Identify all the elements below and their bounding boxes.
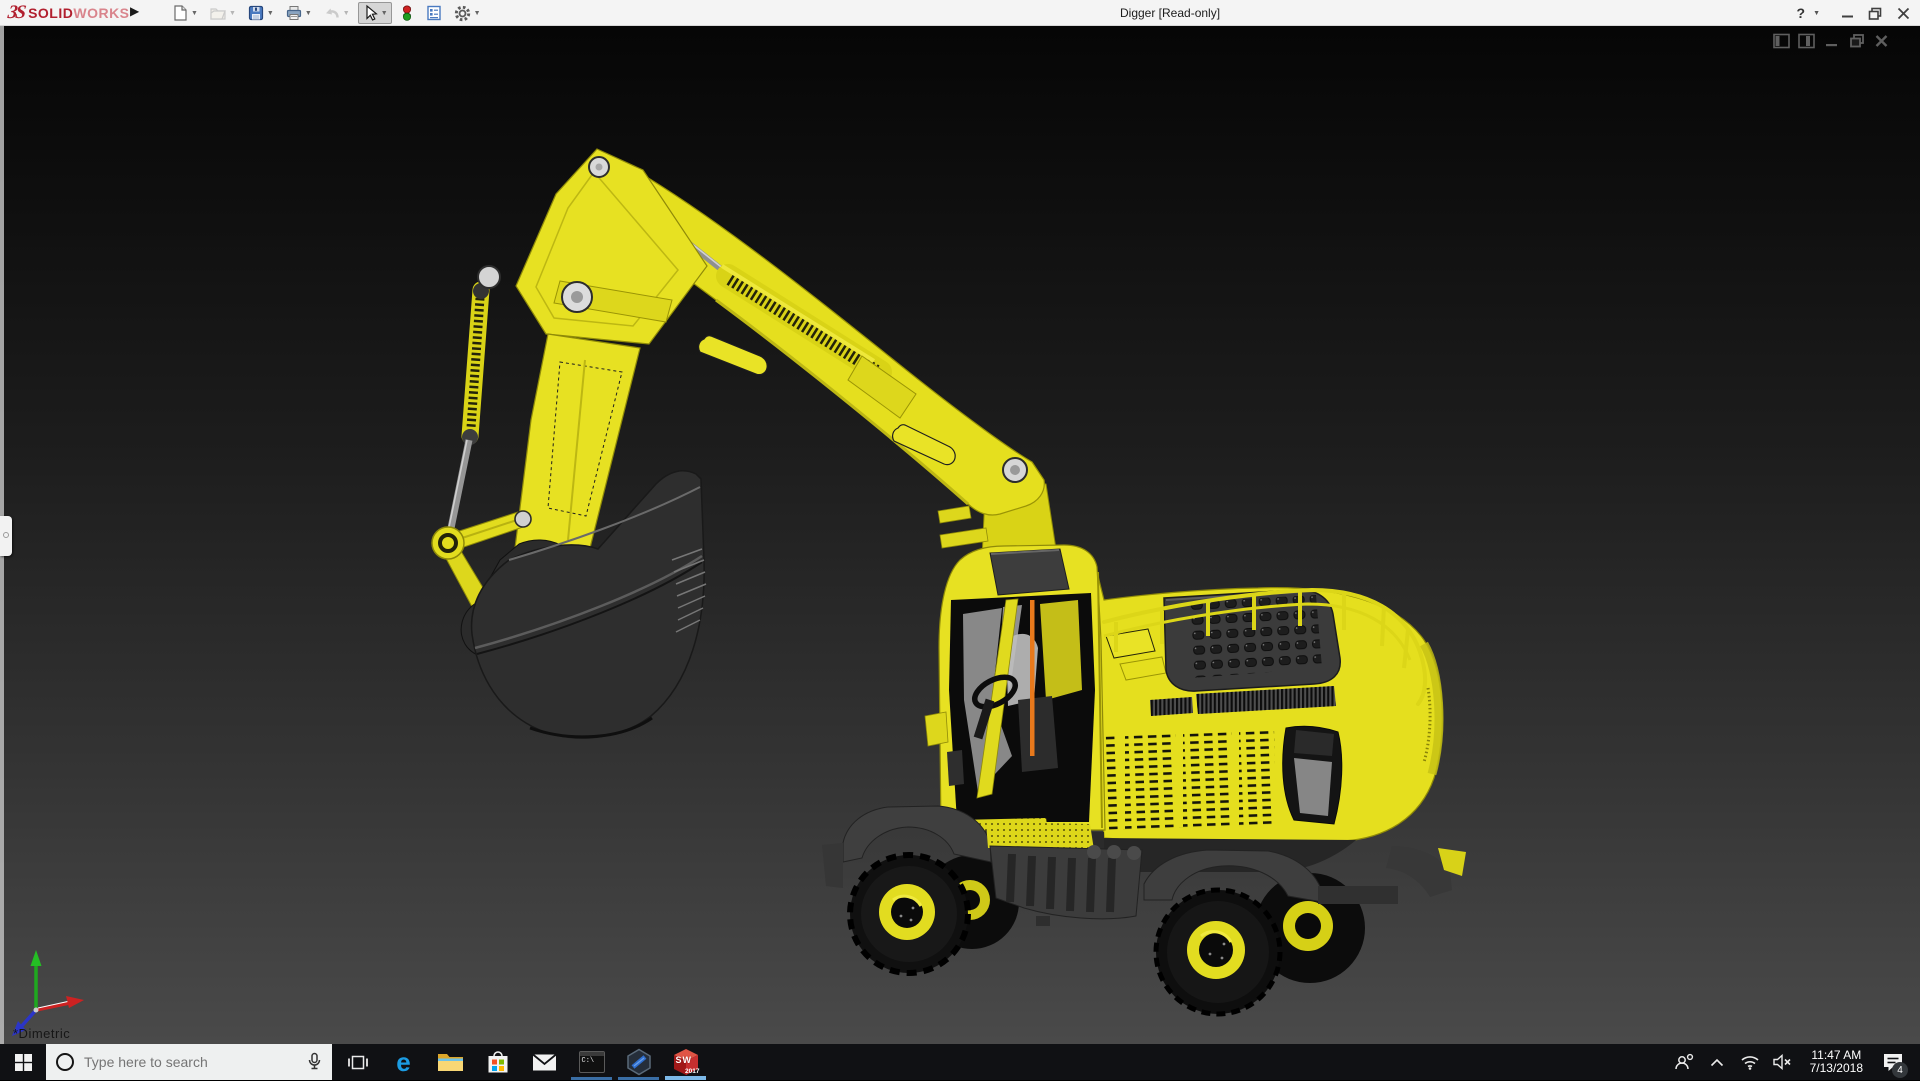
microsoft-store-icon (486, 1050, 510, 1075)
hexagon-app-icon (625, 1048, 653, 1076)
excavator-upper-body[interactable] (1062, 568, 1442, 842)
featuremanager-expand-tab[interactable] (0, 516, 12, 556)
orange-door-frame (1030, 600, 1035, 756)
active-running-indicator (665, 1076, 706, 1080)
solidworks-2017-icon: SW 2017 (672, 1048, 700, 1076)
excavator-model[interactable] (0, 26, 1920, 1044)
taskbar-clock[interactable]: 11:47 AM 7/13/2018 (1804, 1049, 1869, 1075)
pane-right-icon (1798, 33, 1815, 49)
clock-date: 7/13/2018 (1810, 1062, 1863, 1075)
wifi-icon (1740, 1054, 1760, 1070)
cortana-icon (56, 1053, 74, 1071)
people-icon (1674, 1053, 1694, 1071)
help-button[interactable]: ? (1795, 5, 1808, 21)
running-indicator (571, 1077, 612, 1081)
save-floppy-icon (247, 4, 265, 22)
microphone-icon[interactable] (307, 1052, 322, 1072)
options-button[interactable]: ▼ (450, 2, 485, 25)
taskbar-app-store[interactable] (474, 1044, 521, 1080)
rebuild-traffic-light-icon (399, 4, 415, 22)
window-controls: ? ▼ (1795, 0, 1915, 26)
start-button[interactable] (0, 1044, 46, 1080)
cab[interactable] (925, 545, 1105, 848)
options-gear-icon (453, 4, 472, 23)
reference-triad (12, 950, 84, 1036)
task-view-icon (348, 1054, 368, 1071)
show-hidden-icons-button[interactable] (1705, 1044, 1729, 1080)
document-window-controls (1773, 33, 1890, 49)
new-document-icon (171, 4, 189, 22)
notification-badge: 4 (1892, 1062, 1908, 1078)
save-button[interactable]: ▼ (244, 2, 278, 24)
show-pane-right-button[interactable] (1798, 33, 1815, 49)
doc-minimize-button[interactable] (1823, 33, 1840, 49)
titlebar: 3S SOLIDWORKS ▶ ▼ ▼ ▼ ▼ ▼ ▼ (0, 0, 1920, 26)
mail-icon (532, 1053, 557, 1072)
system-tray: 11:47 AM 7/13/2018 4 (1672, 1044, 1920, 1080)
print-button[interactable]: ▼ (282, 2, 316, 24)
taskbar-app-file-explorer[interactable] (427, 1044, 474, 1080)
pane-left-icon (1773, 33, 1790, 49)
undo-arrow-icon (323, 4, 341, 22)
command-prompt-icon: C:\ (579, 1051, 605, 1073)
taskbar-app-command-prompt[interactable]: C:\ (568, 1044, 615, 1080)
doc-close-icon (1874, 33, 1889, 49)
taskbar-app-edge[interactable]: e (380, 1044, 427, 1080)
front-wheel[interactable] (850, 855, 968, 973)
action-center-button[interactable]: 4 (1878, 1044, 1908, 1080)
taskbar-app-mail[interactable] (521, 1044, 568, 1080)
open-folder-icon (209, 4, 227, 22)
taskbar-search[interactable] (46, 1044, 332, 1080)
windows-logo-icon (15, 1054, 32, 1071)
minimize-button[interactable] (1836, 3, 1858, 23)
close-icon (1897, 7, 1910, 20)
edge-icon: e (396, 1049, 410, 1075)
running-indicator (618, 1077, 659, 1081)
people-button[interactable] (1672, 1044, 1696, 1080)
open-button[interactable]: ▼ (206, 2, 240, 24)
volume-muted-icon (1773, 1054, 1793, 1070)
undo-button[interactable]: ▼ (320, 2, 354, 24)
windows-taskbar: e C:\ (0, 1044, 1920, 1080)
panel-tab-handle-icon (3, 532, 9, 538)
select-cursor-icon (361, 4, 379, 22)
window-title: Digger [Read-only] (1120, 6, 1220, 20)
doc-close-button[interactable] (1873, 33, 1890, 49)
print-icon (285, 4, 303, 22)
doc-minimize-icon (1824, 33, 1839, 49)
graphics-viewport[interactable]: *Dimetric (0, 26, 1920, 1044)
select-button[interactable]: ▼ (358, 2, 392, 24)
file-properties-icon (425, 4, 443, 22)
chevron-up-icon (1710, 1058, 1724, 1067)
file-explorer-icon (437, 1051, 464, 1073)
help-dropdown-arrow[interactable]: ▼ (1813, 10, 1820, 17)
dipper-cylinder[interactable] (447, 283, 489, 538)
restore-icon (1868, 7, 1882, 20)
doc-restore-button[interactable] (1848, 33, 1865, 49)
taskbar-app-solidworks[interactable]: SW 2017 (662, 1044, 709, 1080)
quick-toolbar: ▼ ▼ ▼ ▼ ▼ ▼ ▼ (168, 0, 485, 26)
view-orientation-label: *Dimetric (13, 1026, 70, 1041)
restore-button[interactable] (1864, 3, 1886, 23)
menu-flyout-arrow[interactable]: ▶ (130, 4, 139, 18)
ds-logo-glyph: 3S (6, 2, 25, 24)
volume-button[interactable] (1771, 1044, 1795, 1080)
file-properties-button[interactable] (422, 2, 446, 24)
show-pane-left-button[interactable] (1773, 33, 1790, 49)
network-button[interactable] (1738, 1044, 1762, 1080)
minimize-icon (1841, 7, 1854, 20)
task-view-button[interactable] (336, 1044, 380, 1080)
rebuild-button[interactable] (396, 2, 418, 24)
cab-roof-panel (990, 549, 1069, 595)
close-button[interactable] (1892, 3, 1914, 23)
solidworks-logo: 3S SOLIDWORKS (8, 2, 130, 24)
doc-restore-icon (1849, 33, 1865, 49)
new-document-button[interactable]: ▼ (168, 2, 202, 24)
taskbar-app-hexagon[interactable] (615, 1044, 662, 1080)
search-input[interactable] (84, 1054, 297, 1070)
rear-wheel[interactable] (1156, 890, 1280, 1014)
